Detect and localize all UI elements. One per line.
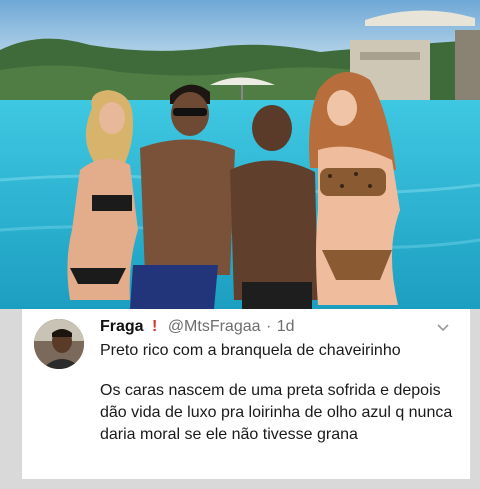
tweet-card[interactable]: Fraga ! @MtsFragaa · 1d Preto rico com a… <box>22 309 470 479</box>
exclamation-icon: ! <box>152 318 158 335</box>
shared-photo <box>0 0 480 309</box>
tweet-text: Preto rico com a branquela de chaveirinh… <box>100 340 460 446</box>
avatar[interactable] <box>34 319 84 369</box>
separator-dot: · <box>265 318 272 335</box>
user-handle[interactable]: @MtsFragaa <box>168 318 261 335</box>
tweet-line-1: Preto rico com a branquela de chaveirinh… <box>100 342 401 359</box>
chevron-down-icon[interactable] <box>436 320 450 334</box>
display-name[interactable]: Fraga <box>100 318 144 335</box>
tweet-line-2: Os caras nascem de uma preta sofrida e d… <box>100 382 453 443</box>
tweet-header: Fraga ! @MtsFragaa · 1d <box>100 317 295 337</box>
timestamp[interactable]: 1d <box>277 318 295 335</box>
